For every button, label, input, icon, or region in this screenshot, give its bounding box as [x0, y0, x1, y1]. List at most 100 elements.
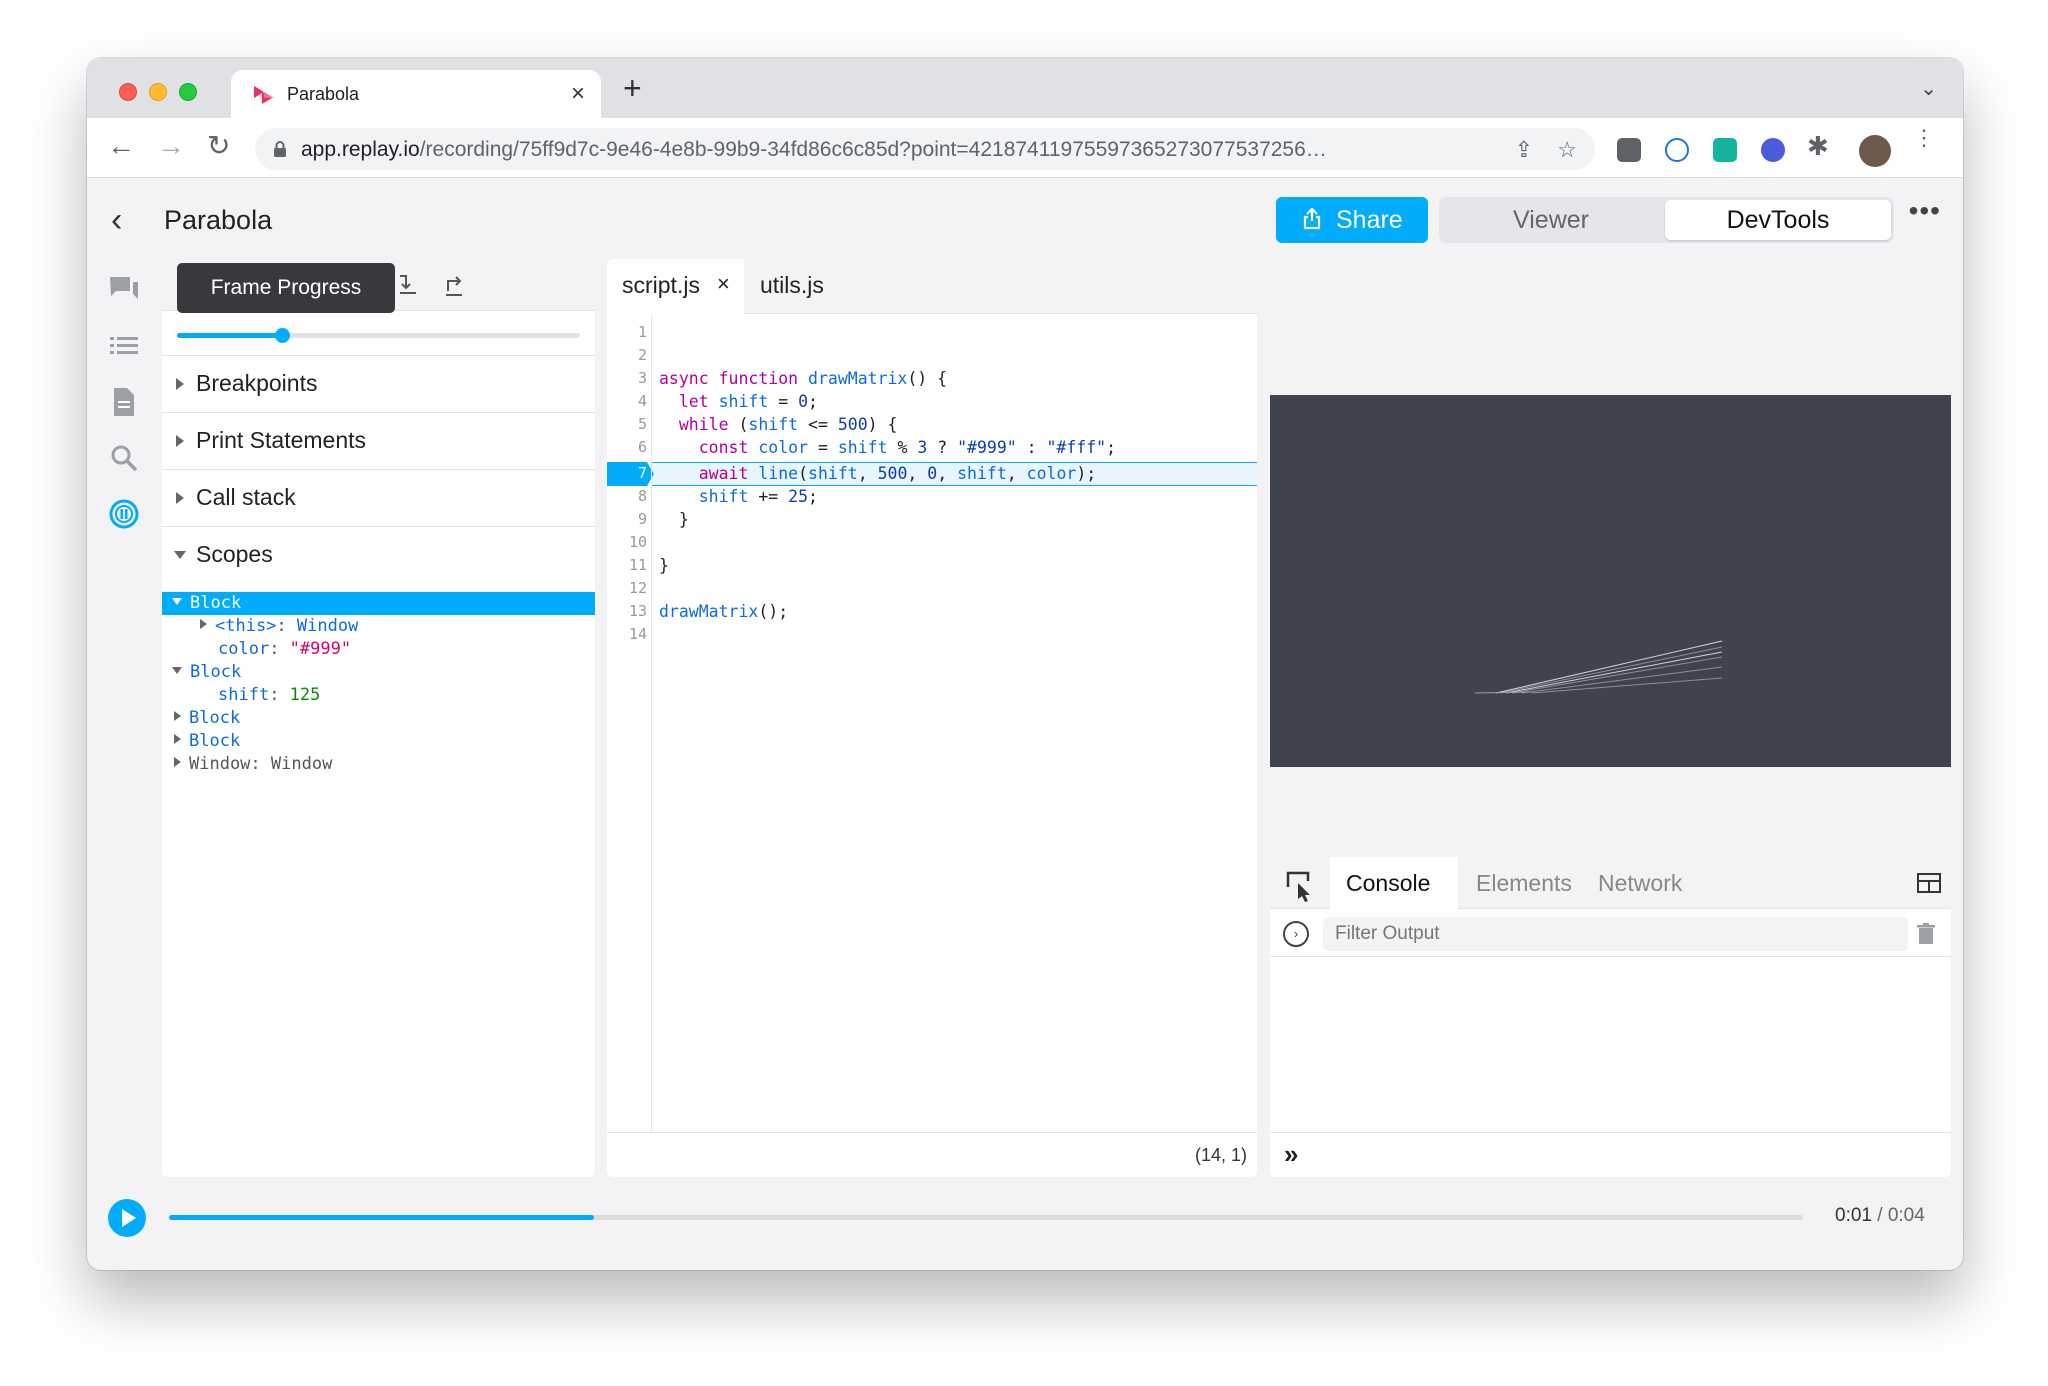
code-line[interactable]: } [659, 554, 669, 577]
new-tab-icon[interactable]: + [623, 70, 642, 107]
minimize-window-button[interactable] [149, 83, 167, 101]
code-line[interactable]: shift += 25; [659, 485, 818, 508]
line-number[interactable]: 10 [607, 531, 647, 554]
share-icon [1303, 208, 1321, 230]
avatar[interactable] [1859, 135, 1891, 167]
step-out-icon[interactable] [440, 269, 470, 299]
current-time: 0:01 [1835, 1205, 1872, 1226]
line-number[interactable]: 1 [607, 321, 647, 344]
puzzle-icon[interactable]: ✱ [1807, 132, 1829, 160]
code-line[interactable]: await line(shift, 500, 0, shift, color); [659, 462, 1096, 485]
expand-triangle-icon [176, 492, 184, 504]
line-number[interactable]: 5 [607, 413, 647, 436]
line-number[interactable]: 13 [607, 600, 647, 623]
layout-toggle-icon[interactable] [1917, 873, 1941, 893]
double-chevron-icon: » [1284, 1139, 1299, 1169]
extension-icon[interactable] [1617, 138, 1641, 162]
line-number[interactable]: 9 [607, 508, 647, 531]
filter-output-input[interactable] [1323, 917, 1908, 951]
canvas-drawing [1474, 640, 1723, 694]
scope-block-row[interactable]: Block [162, 707, 595, 730]
bookmark-star-icon[interactable]: ☆ [1557, 137, 1577, 163]
line-number[interactable]: 12 [607, 577, 647, 600]
chevron-down-icon[interactable]: ⌄ [1920, 76, 1937, 101]
viewer-mode-button[interactable]: Viewer [1439, 197, 1663, 243]
call-stack-section[interactable]: Call stack [162, 469, 595, 526]
line-number[interactable]: 11 [607, 554, 647, 577]
editor-status-bar: (14, 1) [607, 1132, 1257, 1177]
code-line[interactable]: drawMatrix(); [659, 600, 788, 623]
share-label: Share [1336, 206, 1403, 234]
back-arrow-icon[interactable]: ← [107, 132, 135, 160]
scope-block-row[interactable]: Block [162, 592, 595, 615]
devtools-mode-button[interactable]: DevTools [1665, 200, 1891, 240]
reload-icon[interactable]: ↻ [207, 132, 230, 160]
comments-icon[interactable] [107, 273, 141, 307]
step-in-icon[interactable] [394, 269, 424, 299]
line-number[interactable]: 14 [607, 623, 647, 646]
chrome-menu-icon[interactable]: ⋮ [1913, 127, 1935, 149]
frame-progress-slider[interactable] [177, 328, 580, 343]
line-number[interactable]: 8 [607, 485, 647, 508]
close-icon[interactable]: × [717, 271, 730, 297]
code-line[interactable]: async function drawMatrix() { [659, 367, 947, 390]
forward-arrow-icon[interactable]: → [157, 132, 185, 160]
section-label: Scopes [196, 541, 273, 567]
play-button[interactable] [108, 1199, 146, 1237]
code-line[interactable]: while (shift <= 500) { [659, 413, 898, 436]
back-chevron-icon[interactable]: ‹ [111, 201, 122, 240]
code-line[interactable]: } [659, 508, 689, 531]
tab-utils-js[interactable]: utils.js [760, 272, 824, 299]
source-file-icon[interactable] [107, 385, 141, 419]
events-list-icon[interactable] [107, 329, 141, 363]
browser-toolbar: ← → ↻ app.replay.io/recording/75ff9d7c-9… [87, 118, 1963, 178]
line-number[interactable]: 4 [607, 390, 647, 413]
frame-progress-handle[interactable] [274, 328, 290, 343]
share-page-icon[interactable]: ⇪ [1515, 137, 1533, 163]
element-picker-icon[interactable] [1270, 857, 1330, 909]
line-number[interactable]: 6 [607, 436, 647, 459]
expand-triangle-icon [176, 435, 184, 447]
scope-this-row[interactable]: <this>: Window [162, 615, 595, 638]
more-options-icon[interactable]: ••• [1909, 195, 1941, 227]
console-input[interactable]: » [1270, 1132, 1951, 1177]
scope-color-row[interactable]: color: "#999" [162, 638, 595, 661]
console-tab-label: Console [1346, 870, 1431, 896]
tab-strip: Parabola × + ⌄ [87, 58, 1963, 118]
browser-tab-title: Parabola [287, 84, 360, 104]
code-line[interactable]: let shift = 0; [659, 390, 818, 413]
timeline-scrubber[interactable] [169, 1215, 1803, 1220]
tab-console[interactable]: Console [1330, 857, 1458, 909]
cursor-position: (14, 1) [1194, 1145, 1247, 1165]
video-canvas[interactable] [1270, 395, 1951, 767]
search-icon[interactable] [107, 441, 141, 475]
chevron-right-icon[interactable]: › [1283, 921, 1309, 947]
line-number[interactable]: 2 [607, 344, 647, 367]
address-bar[interactable]: app.replay.io/recording/75ff9d7c-9e46-4e… [255, 128, 1595, 170]
close-window-button[interactable] [119, 83, 137, 101]
tab-network[interactable]: Network [1598, 870, 1682, 897]
close-tab-icon[interactable]: × [571, 80, 585, 108]
section-label: Print Statements [196, 427, 367, 453]
print-statements-section[interactable]: Print Statements [162, 412, 595, 469]
scope-window-row[interactable]: Window: Window [162, 753, 595, 776]
tab-script-js[interactable]: script.js × [607, 259, 744, 314]
code-line[interactable]: const color = shift % 3 ? "#999" : "#fff… [659, 436, 1116, 459]
circle-extension-icon[interactable] [1761, 138, 1785, 162]
scope-block-row[interactable]: Block [162, 661, 595, 684]
maximize-window-button[interactable] [179, 83, 197, 101]
scope-block-row[interactable]: Block [162, 730, 595, 753]
breakpoints-section[interactable]: Breakpoints [162, 355, 595, 412]
recording-title[interactable]: Parabola [164, 205, 272, 236]
line-number[interactable]: 7 [607, 462, 647, 485]
line-number[interactable]: 3 [607, 367, 647, 390]
pause-debugger-icon[interactable] [107, 497, 141, 531]
tab-elements[interactable]: Elements [1476, 870, 1572, 897]
trash-icon[interactable] [1917, 923, 1935, 945]
scope-shift-row[interactable]: shift: 125 [162, 684, 595, 707]
password-extension-icon[interactable] [1665, 138, 1689, 162]
browser-tab[interactable]: Parabola × [231, 70, 601, 118]
share-button[interactable]: Share [1276, 197, 1428, 243]
code-extension-icon[interactable] [1713, 138, 1737, 162]
scopes-section[interactable]: Scopes [162, 526, 595, 583]
